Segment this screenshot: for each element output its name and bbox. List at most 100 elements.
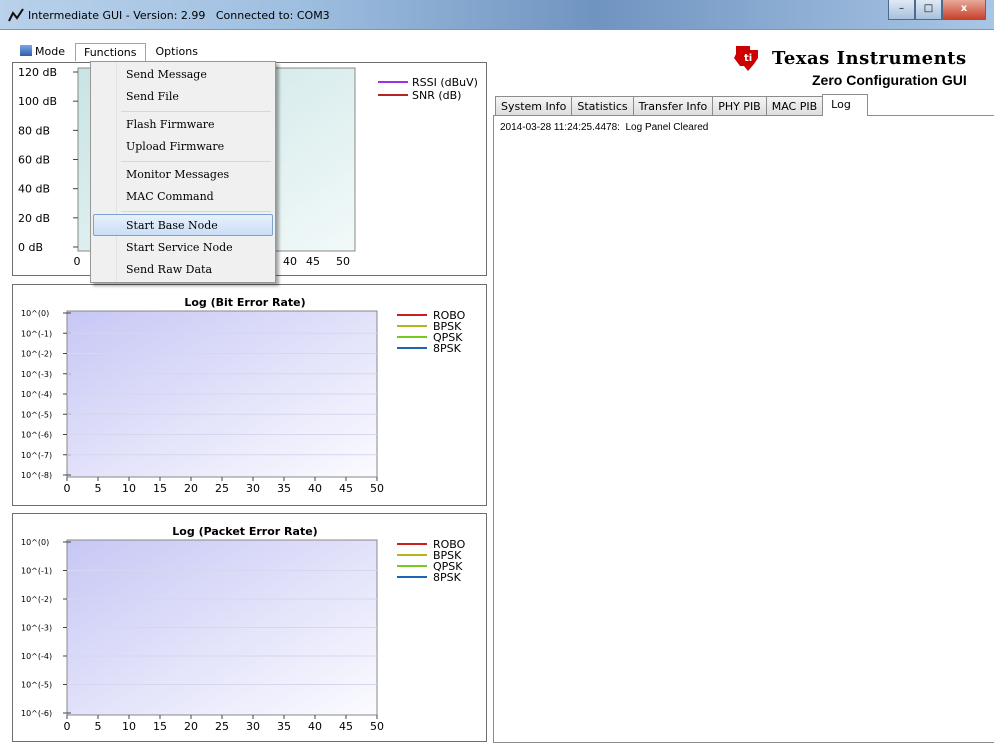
- x-tick-label: 45: [339, 720, 353, 733]
- menu-start-base-node[interactable]: Start Base Node: [93, 214, 273, 236]
- y-tick-label: 60 dB: [18, 154, 50, 167]
- y-tick-label: 80 dB: [18, 124, 50, 137]
- y-tick-label: 10^(-5): [21, 681, 52, 690]
- y-tick-label: 100 dB: [18, 95, 57, 108]
- x-tick-label: 0: [64, 720, 71, 733]
- title-bar[interactable]: Intermediate GUI - Version: 2.99 Connect…: [0, 0, 994, 30]
- rssi-legend: RSSI (dBuV) SNR (dB): [378, 76, 478, 102]
- menu-send-raw-data[interactable]: Send Raw Data: [93, 259, 273, 281]
- tab-log[interactable]: Log: [822, 94, 868, 116]
- y-tick-label: 10^(-1): [21, 567, 52, 576]
- x-tick-label: 35: [277, 720, 291, 733]
- window-title: Intermediate GUI - Version: 2.99 Connect…: [28, 9, 330, 22]
- log-entry: 2014-03-28 11:24:25.4478: Log Panel Clea…: [500, 122, 708, 133]
- y-tick-label: 10^(-5): [21, 410, 52, 419]
- per-chart-title: Log (Packet Error Rate): [172, 525, 317, 538]
- x-tick-label: 15: [153, 720, 167, 733]
- x-tick-label: 45: [306, 255, 320, 268]
- tab-system-info[interactable]: System Info: [495, 96, 573, 116]
- mode-icon: [20, 45, 32, 56]
- x-tick-label: 25: [215, 482, 229, 495]
- maximize-button[interactable]: □: [915, 0, 942, 20]
- y-tick-label: 0 dB: [18, 241, 43, 254]
- y-tick-label: 10^(0): [21, 538, 49, 547]
- x-tick-label: 40: [308, 720, 322, 733]
- minimize-button[interactable]: –: [888, 0, 915, 20]
- y-tick-label: 10^(-3): [21, 370, 52, 379]
- tab-mac-pib[interactable]: MAC PIB: [765, 96, 824, 116]
- x-tick-label: 0: [64, 482, 71, 495]
- x-tick-label: 50: [370, 482, 384, 495]
- menu-send-file[interactable]: Send File: [93, 86, 273, 108]
- ber-chart-title: Log (Bit Error Rate): [184, 296, 305, 309]
- tab-phy-pib[interactable]: PHY PIB: [712, 96, 767, 116]
- tab-statistics[interactable]: Statistics: [571, 96, 634, 116]
- ber-chart: Log (Bit Error Rate) 10^(0) 10^(-1) 10^(-2…: [21, 296, 466, 495]
- x-tick-label: 40: [283, 255, 297, 268]
- x-tick-label: 10: [122, 720, 136, 733]
- ber-panel: Log (Bit Error Rate) 10^(0) 10^(-1) 10^(-2…: [12, 284, 487, 506]
- y-tick-label: 10^(-7): [21, 451, 52, 460]
- log-panel[interactable]: 2014-03-28 11:24:25.4478: Log Panel Clea…: [493, 115, 994, 743]
- menu-functions-label: Functions: [83, 46, 137, 59]
- x-tick-label: 10: [122, 482, 136, 495]
- y-tick-label: 10^(-6): [21, 431, 52, 440]
- menu-options-label: Options: [155, 45, 198, 58]
- tab-bar: System Info Statistics Transfer Info PHY…: [495, 94, 868, 116]
- menu-mac-command[interactable]: MAC Command: [93, 186, 273, 208]
- menu-mode[interactable]: Mode: [12, 43, 73, 61]
- x-tick-label: 50: [336, 255, 350, 268]
- y-tick-label: 10^(-3): [21, 624, 52, 633]
- menu-monitor-messages[interactable]: Monitor Messages: [93, 164, 273, 186]
- functions-dropdown: Send Message Send File Flash Firmware Up…: [90, 61, 276, 283]
- menu-flash-firmware[interactable]: Flash Firmware: [93, 114, 273, 136]
- log-message: Log Panel Cleared: [625, 122, 709, 133]
- menu-functions[interactable]: Functions: [74, 43, 146, 61]
- y-tick-label: 120 dB: [18, 66, 57, 79]
- ti-logo: ti Texas Instruments: [730, 44, 966, 75]
- menu-options[interactable]: Options: [148, 43, 206, 61]
- x-tick-label: 0: [74, 255, 81, 268]
- app-icon: [8, 8, 24, 22]
- menu-separator: [121, 161, 271, 162]
- y-tick-label: 10^(-4): [21, 652, 52, 661]
- per-panel: Log (Packet Error Rate) 10^(0) 10^(-1) 10^…: [12, 513, 487, 742]
- x-tick-label: 20: [184, 720, 198, 733]
- y-tick-label: 10^(-1): [21, 329, 52, 338]
- menu-separator: [121, 211, 271, 212]
- menu-bar: Mode Functions Options: [0, 42, 490, 62]
- x-tick-label: 5: [95, 720, 102, 733]
- snr-legend-label: SNR (dB): [412, 89, 461, 102]
- y-tick-label: 20 dB: [18, 212, 50, 225]
- brand-name: Texas Instruments: [772, 48, 967, 69]
- x-tick-label: 30: [246, 720, 260, 733]
- y-tick-label: 40 dB: [18, 183, 50, 196]
- menu-upload-firmware[interactable]: Upload Firmware: [93, 136, 273, 158]
- y-tick-label: 10^(-6): [21, 709, 52, 718]
- close-button[interactable]: x: [942, 0, 986, 20]
- x-tick-label: 35: [277, 482, 291, 495]
- x-tick-label: 30: [246, 482, 260, 495]
- rssi-legend-label: RSSI (dBuV): [412, 76, 478, 89]
- svg-text:ti: ti: [744, 53, 752, 64]
- x-tick-label: 50: [370, 720, 384, 733]
- y-tick-label: 10^(0): [21, 309, 49, 318]
- x-tick-label: 25: [215, 720, 229, 733]
- per-chart: Log (Packet Error Rate) 10^(0) 10^(-1) 10^…: [21, 525, 466, 733]
- y-tick-label: 10^(-2): [21, 595, 52, 604]
- tab-transfer-info[interactable]: Transfer Info: [632, 96, 714, 116]
- menu-mode-label: Mode: [35, 45, 65, 58]
- x-tick-label: 40: [308, 482, 322, 495]
- x-tick-label: 20: [184, 482, 198, 495]
- ti-logo-icon: ti: [734, 46, 758, 71]
- legend-label: 8PSK: [433, 342, 462, 355]
- legend-label: 8PSK: [433, 571, 462, 584]
- x-tick-label: 45: [339, 482, 353, 495]
- x-tick-label: 15: [153, 482, 167, 495]
- log-timestamp: 2014-03-28 11:24:25.4478:: [500, 122, 620, 133]
- menu-start-service-node[interactable]: Start Service Node: [93, 237, 273, 259]
- y-tick-label: 10^(-4): [21, 390, 52, 399]
- x-tick-label: 5: [95, 482, 102, 495]
- y-tick-label: 10^(-8): [21, 471, 52, 480]
- menu-send-message[interactable]: Send Message: [93, 64, 273, 86]
